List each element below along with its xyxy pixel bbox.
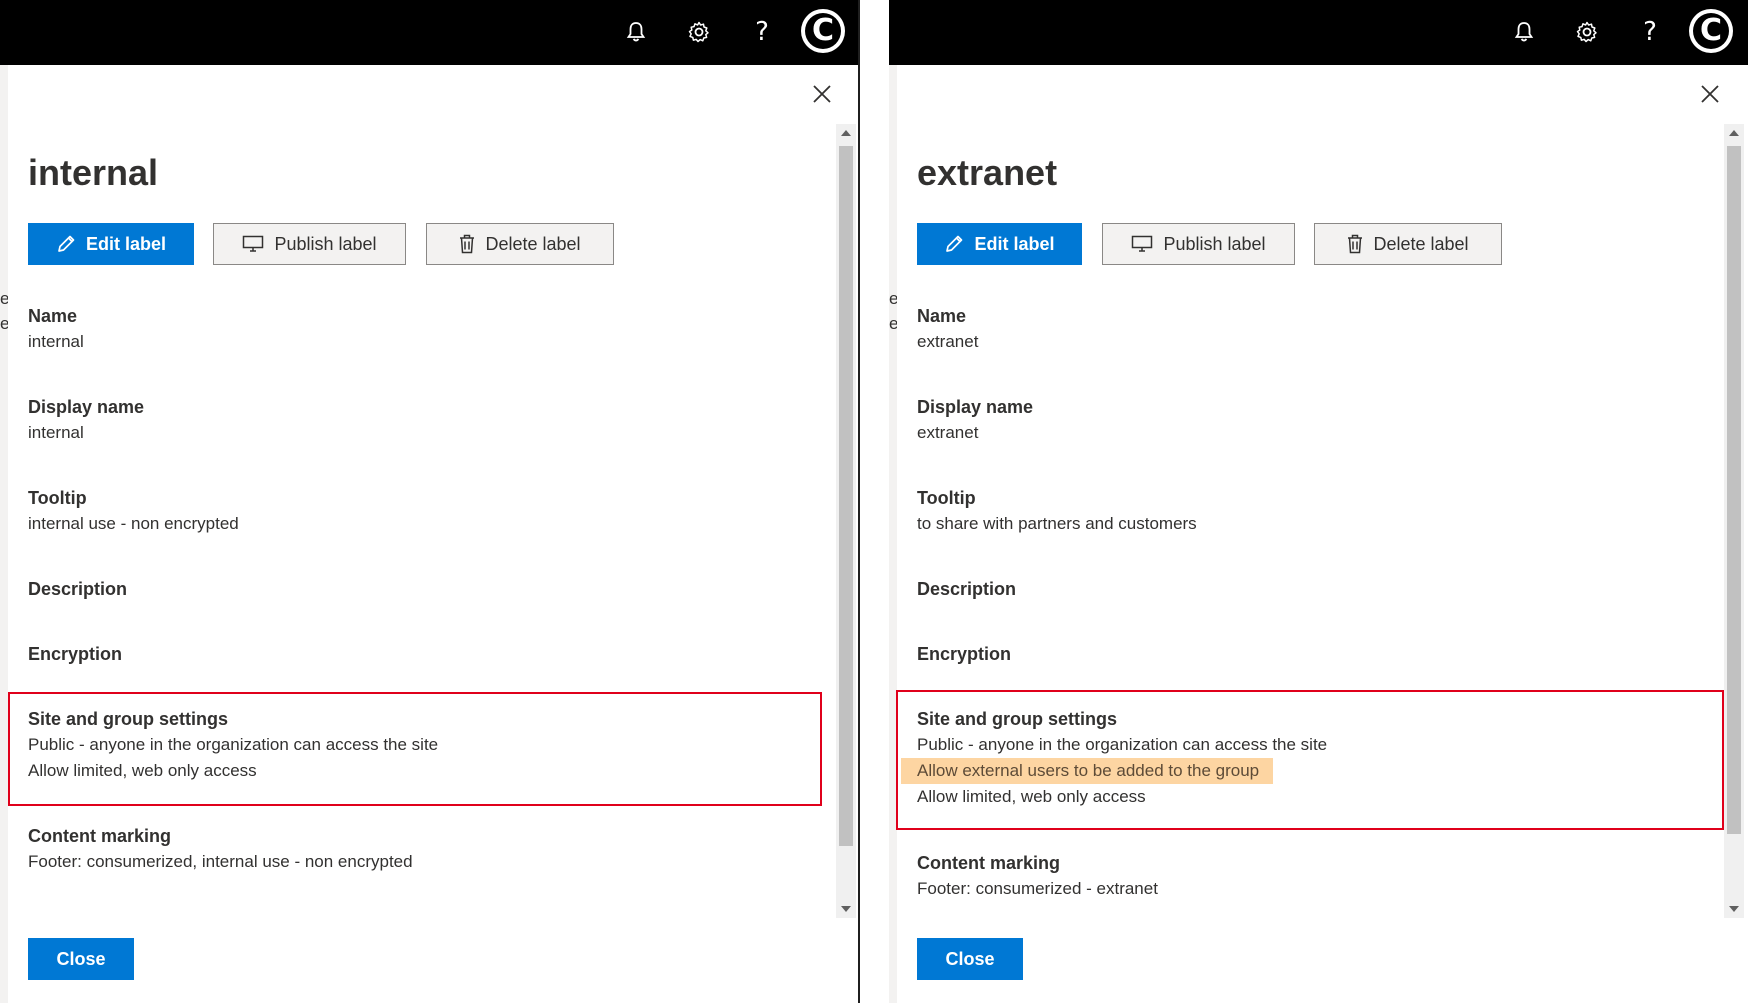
field-value: Public - anyone in the organization can … <box>917 735 1328 754</box>
avatar-letter: C <box>1699 13 1723 48</box>
field-value: to share with partners and customers <box>917 514 1197 533</box>
avatar[interactable]: C <box>1689 9 1733 53</box>
top-bar: ? C <box>889 0 1748 65</box>
field-value: internal <box>28 423 84 442</box>
field-content-marking: Content marking Footer: consumerized - e… <box>917 850 1158 902</box>
field-label: Site and group settings <box>28 709 229 729</box>
publish-label-text: Publish label <box>1163 233 1266 254</box>
scroll-up-icon[interactable] <box>836 124 856 142</box>
background-page-edge: e e <box>0 65 9 1003</box>
delete-label-text: Delete label <box>485 233 581 254</box>
field-label: Site and group settings <box>917 709 1118 729</box>
field-label: Tooltip <box>28 488 87 508</box>
field-value: Allow limited, web only access <box>917 787 1146 806</box>
field-label: Display name <box>917 397 1034 417</box>
avatar-letter: C <box>811 13 835 48</box>
bell-icon[interactable] <box>1506 14 1542 50</box>
close-button[interactable]: Close <box>28 938 134 980</box>
field-value: internal <box>28 332 84 351</box>
delete-label-button[interactable]: Delete label <box>426 223 614 265</box>
help-icon[interactable]: ? <box>1632 14 1668 50</box>
field-label: Name <box>917 306 967 326</box>
scrollbar[interactable] <box>836 124 856 918</box>
scroll-down-icon[interactable] <box>836 900 856 918</box>
close-icon[interactable] <box>1696 80 1724 108</box>
field-value: extranet <box>917 332 979 351</box>
field-value-highlighted: Allow external users to be added to the … <box>901 758 1327 784</box>
field-value: Allow limited, web only access <box>28 761 257 780</box>
scrollbar-thumb[interactable] <box>839 146 853 846</box>
field-tooltip: Tooltip to share with partners and custo… <box>917 485 1197 537</box>
field-value: Footer: consumerized - extranet <box>917 879 1158 898</box>
help-icon[interactable]: ? <box>744 14 780 50</box>
background-page-edge: e e <box>889 65 898 1003</box>
field-label: Description <box>28 579 128 599</box>
gear-icon[interactable] <box>1569 14 1605 50</box>
trash-icon <box>459 234 475 254</box>
field-label: Content marking <box>28 826 172 846</box>
monitor-icon <box>1131 235 1153 253</box>
field-label: Description <box>917 579 1017 599</box>
field-site-group-settings: Site and group settings Public - anyone … <box>901 706 1328 810</box>
field-value: internal use - non encrypted <box>28 514 239 533</box>
delete-label-button[interactable]: Delete label <box>1314 223 1502 265</box>
field-label: Name <box>28 306 78 326</box>
pencil-icon <box>944 234 964 254</box>
field-value: extranet <box>917 423 979 442</box>
delete-label-text: Delete label <box>1373 233 1469 254</box>
trash-icon <box>1347 234 1363 254</box>
gear-icon[interactable] <box>681 14 717 50</box>
field-encryption: Encryption <box>917 641 1011 667</box>
scroll-up-icon[interactable] <box>1724 124 1744 142</box>
field-display-name: Display name internal <box>28 394 144 446</box>
bell-icon[interactable] <box>618 14 654 50</box>
edit-label-text: Edit label <box>85 233 166 254</box>
field-content-marking: Content marking Footer: consumerized, in… <box>28 823 413 875</box>
field-description: Description <box>917 576 1016 602</box>
field-display-name: Display name extranet <box>917 394 1033 446</box>
pencil-icon <box>56 234 76 254</box>
close-icon[interactable] <box>808 80 836 108</box>
scrollbar-thumb[interactable] <box>1727 146 1741 834</box>
field-label: Content marking <box>917 853 1061 873</box>
field-name: Name extranet <box>917 303 978 355</box>
top-bar: ? C <box>0 0 858 65</box>
field-site-group-settings: Site and group settings Public - anyone … <box>28 706 438 784</box>
field-name: Name internal <box>28 303 84 355</box>
field-label: Tooltip <box>917 488 976 508</box>
edit-label-button[interactable]: Edit label <box>28 223 194 265</box>
field-label: Encryption <box>917 644 1012 664</box>
publish-label-text: Publish label <box>274 233 377 254</box>
field-encryption: Encryption <box>28 641 122 667</box>
label-details-panel-internal: ? C e e internal Edit label Publish labe… <box>0 0 860 1003</box>
panel-separator <box>862 0 889 1003</box>
field-label: Encryption <box>28 644 123 664</box>
label-details-panel-extranet: ? C e e extranet Edit label Publish labe… <box>889 0 1748 1003</box>
edit-label-button[interactable]: Edit label <box>917 223 1082 265</box>
field-value: Footer: consumerized, internal use - non… <box>28 852 413 871</box>
scrollbar[interactable] <box>1724 124 1744 918</box>
page-title: internal <box>28 152 159 193</box>
highlighted-text: Allow external users to be added to the … <box>901 758 1274 784</box>
avatar[interactable]: C <box>801 9 845 53</box>
page-title: extranet <box>917 152 1058 193</box>
field-description: Description <box>28 576 127 602</box>
field-tooltip: Tooltip internal use - non encrypted <box>28 485 239 537</box>
publish-label-button[interactable]: Publish label <box>1102 223 1295 265</box>
monitor-icon <box>242 235 264 253</box>
publish-label-button[interactable]: Publish label <box>213 223 406 265</box>
scroll-down-icon[interactable] <box>1724 900 1744 918</box>
field-label: Display name <box>28 397 145 417</box>
edit-label-text: Edit label <box>974 233 1055 254</box>
close-button[interactable]: Close <box>917 938 1023 980</box>
field-value: Public - anyone in the organization can … <box>28 735 439 754</box>
